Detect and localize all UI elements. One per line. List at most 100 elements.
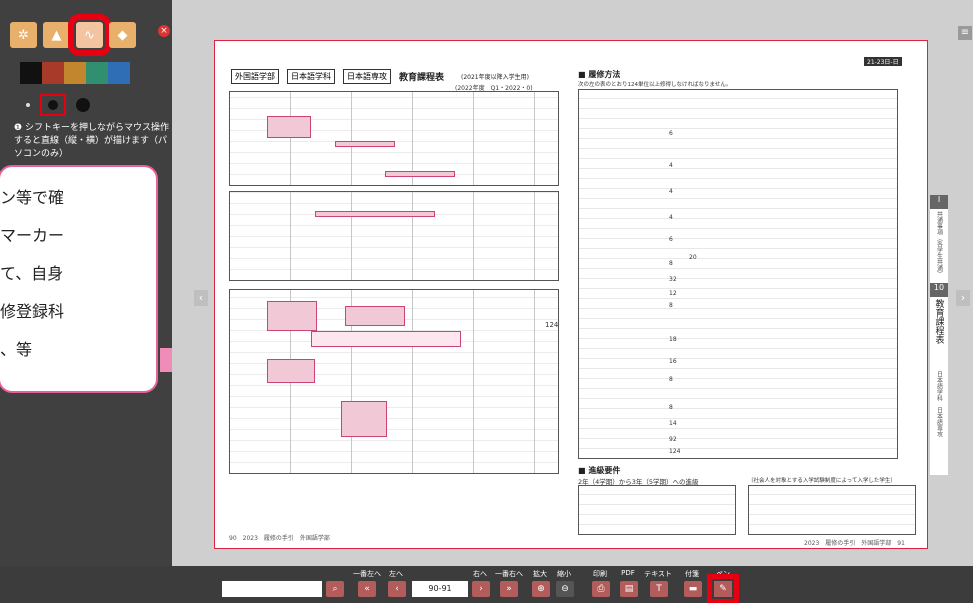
color-swatch-green[interactable] — [86, 62, 108, 84]
header-tab-major: 日本語専攻 — [343, 69, 391, 84]
zoom-in-button[interactable]: ⊕ — [532, 581, 550, 597]
size-medium-option[interactable] — [40, 94, 66, 116]
credit-cell: 18 — [669, 336, 677, 343]
sticky-note-icon: ▬ — [688, 584, 698, 594]
tab-department-label: 日本語学科 日本語専攻 — [935, 371, 943, 437]
promotion-table — [578, 485, 736, 535]
credit-cell: 8 — [669, 404, 673, 411]
tab-section-number: Ⅰ — [930, 195, 948, 209]
left-page: 外国語学部 日本語学科 日本語専攻 教育課程表 (2021年度以降入学生用) (… — [214, 40, 568, 549]
credit-cell: 12 — [669, 290, 677, 297]
close-panel-button[interactable]: × — [158, 25, 170, 37]
pen-label: ペン — [716, 570, 730, 578]
highlighter-tool-button[interactable]: ▲ — [43, 22, 70, 48]
curriculum-table-career — [229, 191, 559, 281]
total-credits: 124 — [545, 321, 559, 329]
print-button[interactable]: ⎙ — [592, 581, 610, 597]
callout-line: マーカー — [0, 226, 65, 245]
credit-cell: 14 — [669, 420, 677, 427]
highlight-mark — [311, 331, 461, 347]
color-swatch-red[interactable] — [42, 62, 64, 84]
tab-section-label: 共通事項（各学生共通） — [935, 211, 943, 277]
highlight-mark — [267, 116, 311, 138]
highlight-mark — [341, 401, 387, 437]
color-swatch-orange[interactable] — [64, 62, 86, 84]
search-input[interactable] — [222, 581, 322, 597]
marker-icon: ◆ — [117, 27, 128, 43]
side-menu-button[interactable]: ≡ — [958, 26, 972, 40]
credit-cell: 4 — [669, 162, 673, 169]
color-swatch-row — [20, 62, 130, 84]
print-label: 印刷 — [593, 570, 607, 578]
credit-cell: 16 — [669, 358, 677, 365]
credit-cell: 8 — [669, 260, 673, 267]
callout-line: て、自身 — [0, 264, 64, 283]
highlighter-icon: ▲ — [51, 27, 62, 43]
credit-cell: 6 — [669, 130, 673, 137]
tab-chapter-number: 10 — [930, 283, 948, 297]
tab-chapter-label: 教育課程表 — [933, 299, 944, 344]
chapter-badge: 21-23日-日 — [864, 57, 902, 66]
first-page-button[interactable]: « — [358, 581, 376, 597]
promotion-table-adult — [748, 485, 916, 535]
text-button[interactable]: T — [650, 581, 668, 597]
requirements-title: ■ 進級要件 — [578, 466, 621, 475]
page-number-input[interactable]: 90-91 — [412, 581, 468, 597]
page-title: 教育課程表 — [399, 73, 445, 83]
right-icon: › — [479, 584, 483, 594]
credit-cell: 4 — [669, 214, 673, 221]
callout-line: 修登録科 — [0, 302, 65, 321]
left-page-footer: 90 2023 履修の手引 外国語学部 — [229, 535, 330, 542]
prev-page-arrow[interactable]: ‹ — [194, 290, 208, 306]
search-button[interactable]: ⌕ — [326, 581, 344, 597]
next-page-arrow[interactable]: › — [956, 290, 970, 306]
hint-text: ❶ シフトキーを押しながらマウス操作すると直線（縦・横）が描けます（パソコンのみ… — [14, 122, 170, 161]
zoom-out-icon: ⊖ — [561, 584, 569, 594]
zoom-out-label: 縮小 — [557, 570, 571, 578]
section-subtitle: 次の左の表のとおり124単位以上修得しなければなりません。 — [578, 82, 732, 88]
pdf-button[interactable]: ▤ — [620, 581, 638, 597]
right-page-footer: 2023 履修の手引 外国語学部 91 — [804, 540, 905, 547]
credit-cell: 6 — [669, 236, 673, 243]
pen-button[interactable]: ✎ — [707, 574, 739, 603]
prev-label: 左へ — [389, 570, 403, 578]
app-window: ✲ ▲ ∿ ◆ × ❶ シフトキーを押しながらマウス操作すると直線（縦・横）が描… — [0, 0, 973, 603]
marker-tool-button[interactable]: ◆ — [109, 22, 136, 48]
pen-icon: ∿ — [84, 27, 95, 43]
credit-cell: 124 — [669, 448, 681, 455]
close-icon: × — [160, 26, 168, 36]
text-label: テキスト — [644, 570, 672, 578]
info-icon: ❶ — [14, 123, 23, 133]
color-swatch-blue[interactable] — [108, 62, 130, 84]
callout-line: 、等 — [0, 340, 33, 359]
next-label: 右へ — [473, 570, 487, 578]
highlight-mark — [385, 171, 455, 177]
double-left-icon: « — [364, 584, 370, 594]
highlight-mark — [267, 301, 317, 331]
size-large-option[interactable] — [76, 98, 90, 112]
credit-cell: 92 — [669, 436, 677, 443]
first-page-label: 一番左へ — [353, 570, 381, 578]
prev-button[interactable]: ‹ — [388, 581, 406, 597]
sticky-note-button[interactable]: ▬ — [684, 581, 702, 597]
left-icon: ‹ — [395, 584, 399, 594]
last-page-button[interactable]: » — [500, 581, 518, 597]
zoom-in-label: 拡大 — [533, 570, 547, 578]
credit-requirements-table: 6 4 4 4 6 20 8 32 12 8 18 16 8 8 14 92 1… — [578, 89, 898, 459]
eraser-tool-button[interactable]: ✲ — [10, 22, 37, 48]
pdf-label: PDF — [621, 569, 635, 577]
color-swatch-black[interactable] — [20, 62, 42, 84]
zoom-out-button[interactable]: ⊖ — [556, 581, 574, 597]
pen-tool-button[interactable]: ∿ — [68, 14, 111, 56]
size-small-option[interactable] — [26, 103, 30, 107]
pen-size-row — [26, 94, 90, 116]
credit-cell: 8 — [669, 302, 673, 309]
pen-tool-row: ✲ ▲ ∿ ◆ — [10, 14, 136, 56]
pdf-icon: ▤ — [624, 584, 634, 594]
credit-cell: 8 — [669, 376, 673, 383]
book-viewer: ‹ › ≡ 外国語学部 日本語学科 日本語専攻 教育課程表 (2021年度以降入… — [172, 0, 973, 566]
next-button[interactable]: › — [472, 581, 490, 597]
highlight-mark — [315, 211, 435, 217]
text-icon: T — [656, 584, 662, 594]
year-note: (2021年度以降入学生用) — [461, 74, 529, 81]
